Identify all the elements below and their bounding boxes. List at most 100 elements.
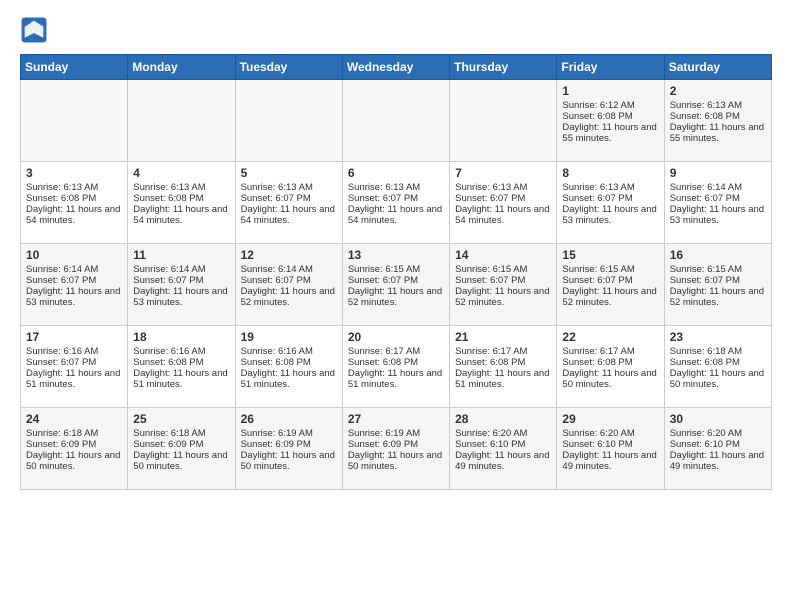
logo-icon (20, 16, 48, 44)
day-number: 23 (670, 330, 766, 344)
cell-info: Sunrise: 6:20 AM (455, 428, 551, 439)
calendar-cell: 13Sunrise: 6:15 AMSunset: 6:07 PMDayligh… (342, 244, 449, 326)
cell-info: Sunset: 6:08 PM (670, 357, 766, 368)
cell-info: Sunset: 6:08 PM (348, 357, 444, 368)
col-header-thursday: Thursday (450, 55, 557, 80)
day-number: 10 (26, 248, 122, 262)
col-header-monday: Monday (128, 55, 235, 80)
cell-info: Sunrise: 6:17 AM (455, 346, 551, 357)
day-number: 17 (26, 330, 122, 344)
calendar-cell (342, 80, 449, 162)
cell-info: Sunrise: 6:13 AM (133, 182, 229, 193)
cell-info: Sunset: 6:07 PM (348, 193, 444, 204)
cell-info: Sunset: 6:07 PM (562, 275, 658, 286)
cell-info: Daylight: 11 hours and 52 minutes. (562, 286, 658, 308)
day-number: 28 (455, 412, 551, 426)
cell-info: Sunset: 6:08 PM (455, 357, 551, 368)
cell-info: Daylight: 11 hours and 55 minutes. (670, 122, 766, 144)
calendar-cell: 20 Sunrise: 6:17 AMSunset: 6:08 PMDayligh… (342, 326, 449, 408)
calendar-cell: 10Sunrise: 6:14 AMSunset: 6:07 PMDayligh… (21, 244, 128, 326)
calendar-cell: 28Sunrise: 6:20 AMSunset: 6:10 PMDayligh… (450, 408, 557, 490)
day-number: 13 (348, 248, 444, 262)
day-number: 20 (348, 330, 444, 344)
calendar-cell: 9Sunrise: 6:14 AMSunset: 6:07 PMDaylight… (664, 162, 771, 244)
cell-info: Daylight: 11 hours and 50 minutes. (562, 368, 658, 390)
calendar-cell: 26Sunrise: 6:19 AMSunset: 6:09 PMDayligh… (235, 408, 342, 490)
cell-info: Sunset: 6:08 PM (562, 357, 658, 368)
cell-info: Sunset: 6:07 PM (26, 275, 122, 286)
cell-info: Daylight: 11 hours and 53 minutes. (133, 286, 229, 308)
cell-info: Daylight: 11 hours and 51 minutes. (133, 368, 229, 390)
calendar-cell: 12Sunrise: 6:14 AMSunset: 6:07 PMDayligh… (235, 244, 342, 326)
calendar-cell: 15Sunrise: 6:15 AMSunset: 6:07 PMDayligh… (557, 244, 664, 326)
cell-info: Daylight: 11 hours and 55 minutes. (562, 122, 658, 144)
cell-info: Sunset: 6:08 PM (241, 357, 337, 368)
cell-info: Sunset: 6:07 PM (562, 193, 658, 204)
day-number: 14 (455, 248, 551, 262)
cell-info: Sunset: 6:08 PM (133, 193, 229, 204)
calendar-cell: 6Sunrise: 6:13 AMSunset: 6:07 PMDaylight… (342, 162, 449, 244)
calendar-cell (128, 80, 235, 162)
cell-info: Sunrise: 6:20 AM (670, 428, 766, 439)
week-row-5: 24Sunrise: 6:18 AMSunset: 6:09 PMDayligh… (21, 408, 772, 490)
cell-info: Sunrise: 6:19 AM (348, 428, 444, 439)
cell-info: Daylight: 11 hours and 51 minutes. (241, 368, 337, 390)
cell-info: Sunrise: 6:18 AM (133, 428, 229, 439)
cell-info: Sunrise: 6:14 AM (241, 264, 337, 275)
cell-info: Sunrise: 6:14 AM (670, 182, 766, 193)
cell-info: Sunset: 6:08 PM (562, 111, 658, 122)
cell-info: Daylight: 11 hours and 49 minutes. (562, 450, 658, 472)
cell-info: Daylight: 11 hours and 50 minutes. (133, 450, 229, 472)
day-number: 30 (670, 412, 766, 426)
cell-info: Sunrise: 6:13 AM (670, 100, 766, 111)
cell-info: Sunrise: 6:16 AM (133, 346, 229, 357)
cell-info: Daylight: 11 hours and 51 minutes. (455, 368, 551, 390)
col-header-tuesday: Tuesday (235, 55, 342, 80)
cell-info: Sunset: 6:10 PM (670, 439, 766, 450)
week-row-1: 1Sunrise: 6:12 AMSunset: 6:08 PMDaylight… (21, 80, 772, 162)
cell-info: Sunrise: 6:17 AM (562, 346, 658, 357)
calendar-cell: 30 Sunrise: 6:20 AMSunset: 6:10 PMDayligh… (664, 408, 771, 490)
day-number: 19 (241, 330, 337, 344)
cell-info: Sunset: 6:07 PM (455, 193, 551, 204)
calendar-cell (450, 80, 557, 162)
calendar-cell (235, 80, 342, 162)
calendar-cell: 21 Sunrise: 6:17 AMSunset: 6:08 PMDayligh… (450, 326, 557, 408)
cell-info: Sunrise: 6:15 AM (455, 264, 551, 275)
calendar-cell: 5Sunrise: 6:13 AMSunset: 6:07 PMDaylight… (235, 162, 342, 244)
day-number: 16 (670, 248, 766, 262)
day-number: 12 (241, 248, 337, 262)
calendar-cell: 8Sunrise: 6:13 AMSunset: 6:07 PMDaylight… (557, 162, 664, 244)
cell-info: Sunrise: 6:13 AM (348, 182, 444, 193)
header-row: SundayMondayTuesdayWednesdayThursdayFrid… (21, 55, 772, 80)
calendar-cell: 2 Sunrise: 6:13 AMSunset: 6:08 PMDaylight… (664, 80, 771, 162)
logo (20, 16, 52, 44)
calendar-cell: 7Sunrise: 6:13 AMSunset: 6:07 PMDaylight… (450, 162, 557, 244)
cell-info: Sunrise: 6:17 AM (348, 346, 444, 357)
cell-info: Sunrise: 6:14 AM (133, 264, 229, 275)
cell-info: Daylight: 11 hours and 49 minutes. (670, 450, 766, 472)
cell-info: Sunset: 6:07 PM (455, 275, 551, 286)
day-number: 11 (133, 248, 229, 262)
cell-info: Sunrise: 6:13 AM (455, 182, 551, 193)
cell-info: Sunset: 6:08 PM (670, 111, 766, 122)
cell-info: Sunset: 6:09 PM (133, 439, 229, 450)
calendar-cell: 4Sunrise: 6:13 AMSunset: 6:08 PMDaylight… (128, 162, 235, 244)
day-number: 9 (670, 166, 766, 180)
day-number: 26 (241, 412, 337, 426)
cell-info: Sunset: 6:07 PM (241, 193, 337, 204)
day-number: 25 (133, 412, 229, 426)
calendar-cell: 3Sunrise: 6:13 AMSunset: 6:08 PMDaylight… (21, 162, 128, 244)
cell-info: Daylight: 11 hours and 54 minutes. (455, 204, 551, 226)
day-number: 22 (562, 330, 658, 344)
day-number: 15 (562, 248, 658, 262)
cell-info: Sunset: 6:10 PM (455, 439, 551, 450)
day-number: 2 (670, 84, 766, 98)
calendar-cell: 22 Sunrise: 6:17 AMSunset: 6:08 PMDayligh… (557, 326, 664, 408)
day-number: 21 (455, 330, 551, 344)
cell-info: Daylight: 11 hours and 51 minutes. (348, 368, 444, 390)
cell-info: Sunset: 6:07 PM (241, 275, 337, 286)
day-number: 1 (562, 84, 658, 98)
calendar-cell: 24Sunrise: 6:18 AMSunset: 6:09 PMDayligh… (21, 408, 128, 490)
cell-info: Daylight: 11 hours and 50 minutes. (241, 450, 337, 472)
